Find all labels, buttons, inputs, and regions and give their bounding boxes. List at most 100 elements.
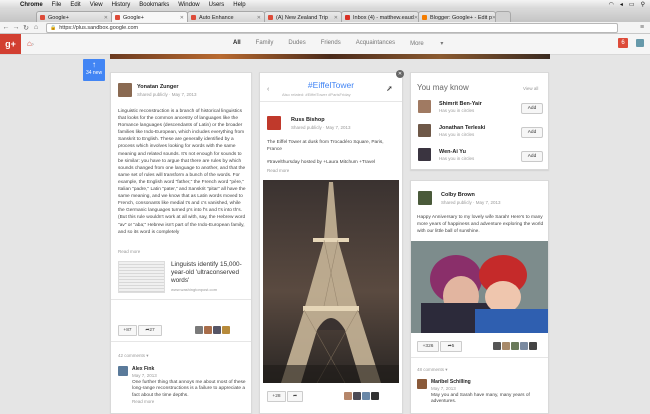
link-title[interactable]: Linguists identify 15,000-year-old 'ultr… (171, 261, 247, 285)
spotlight-icon[interactable]: ⚲ (641, 1, 645, 8)
person-name[interactable]: Jonathan Terleski (439, 125, 485, 131)
hashtag-title[interactable]: #EiffelTower (260, 80, 402, 90)
battery-icon[interactable]: ▭ (629, 1, 635, 8)
apple-icon[interactable] (6, 1, 14, 9)
avatar[interactable] (213, 326, 221, 334)
google-plus-favicon-icon (191, 15, 196, 20)
plus-one-button[interactable]: +326 (417, 341, 439, 352)
avatar[interactable] (493, 342, 501, 350)
menu-help[interactable]: Help (233, 2, 245, 8)
post-meta: Shared publicly · May 7, 2013 (291, 125, 351, 130)
tab-dudes[interactable]: Dudes (288, 40, 305, 47)
close-icon[interactable]: ✕ (104, 15, 108, 21)
tab-family[interactable]: Family (256, 40, 274, 47)
divider (260, 101, 402, 102)
post-author[interactable]: Yonatan Zunger (137, 84, 178, 90)
read-more-link[interactable]: Read more (267, 168, 289, 173)
avatar[interactable] (267, 116, 281, 130)
read-more-link[interactable]: Read more (132, 399, 154, 404)
comment-meta: May 7, 2013 (431, 386, 456, 391)
commenter-name[interactable]: Alex Fink (132, 366, 154, 372)
avatar[interactable] (636, 39, 644, 47)
notification-badge[interactable]: 6 (618, 38, 628, 48)
comments-count[interactable]: 48 comments ▾ (417, 367, 448, 373)
avatar[interactable] (222, 326, 230, 334)
gmail-favicon-icon (345, 15, 350, 20)
google-plus-logo[interactable]: g+ (0, 34, 21, 54)
tab-more[interactable]: More ▾ (410, 40, 458, 47)
avatar[interactable] (511, 342, 519, 350)
avatar[interactable] (418, 191, 432, 205)
menu-edit[interactable]: Edit (70, 2, 80, 8)
view-all-link[interactable]: View all (523, 86, 538, 91)
home-icon[interactable]: ⌂ (32, 24, 40, 31)
close-icon[interactable]: ✕ (180, 15, 184, 21)
person-sub: Has you in circles (439, 156, 475, 161)
menu-history[interactable]: History (112, 2, 131, 8)
related-hashtag[interactable]: #ParisFriday (328, 92, 350, 97)
forward-icon[interactable]: → (12, 24, 20, 31)
reload-icon[interactable]: ↻ (22, 24, 30, 32)
avatar[interactable] (502, 342, 510, 350)
share-button[interactable]: ➦ 5 (440, 341, 462, 352)
avatar[interactable] (417, 379, 427, 389)
avatar[interactable] (418, 124, 431, 137)
avatar[interactable] (362, 392, 370, 400)
close-icon[interactable]: ✕ (334, 15, 338, 21)
volume-icon[interactable]: ◂ (620, 1, 623, 8)
link-thumbnail[interactable] (118, 261, 165, 293)
prev-arrow-icon[interactable]: ‹ (267, 86, 269, 93)
tab-acquaintances[interactable]: Acquaintances (356, 40, 395, 47)
avatar[interactable] (418, 148, 431, 161)
tab-strip: Google+ ✕ Google+ ✕ Auto Enhance ✕ (A) N… (0, 9, 650, 23)
avatar[interactable] (418, 100, 431, 113)
post-author[interactable]: Colby Brown (441, 192, 475, 198)
post-body: Linguistic reconstruction is a branch of… (118, 109, 246, 235)
home-icon[interactable]: ⌂› (27, 39, 34, 48)
wifi-icon[interactable]: ◠ (609, 1, 614, 8)
add-button[interactable]: Add (521, 151, 543, 162)
plus-one-button[interactable]: +28 (267, 391, 286, 402)
lock-icon: 🔒 (50, 24, 57, 31)
share-button[interactable]: ➦ (287, 391, 303, 402)
add-button[interactable]: Add (521, 103, 543, 114)
add-button[interactable]: Add (521, 127, 543, 138)
tab-friends[interactable]: Friends (321, 40, 341, 47)
avatar[interactable] (353, 392, 361, 400)
avatar[interactable] (118, 366, 128, 376)
post-author[interactable]: Russ Bishop (291, 117, 325, 123)
address-bar[interactable]: 🔒 https://plus.sandbox.google.com (46, 22, 618, 33)
menu-window[interactable]: Window (178, 2, 199, 8)
plus-one-button[interactable]: +87 (118, 325, 137, 336)
comment-text: May you and Sarah have many, many years … (431, 393, 530, 405)
person-name[interactable]: Shimrit Ben-Yair (439, 101, 482, 107)
menu-app-name[interactable]: Chrome (20, 2, 43, 8)
avatar[interactable] (195, 326, 203, 334)
avatar[interactable] (520, 342, 528, 350)
close-icon[interactable]: ✕ (396, 70, 404, 78)
chevron-down-icon: ▾ (445, 367, 448, 372)
avatar[interactable] (118, 83, 132, 97)
menu-icon[interactable]: ≡ (638, 24, 646, 31)
related-label: Also related: (282, 92, 305, 97)
menu-view[interactable]: View (90, 2, 103, 8)
related-hashtag[interactable]: #EiffelTower (305, 92, 327, 97)
back-icon[interactable]: ← (2, 24, 10, 31)
avatar[interactable] (344, 392, 352, 400)
avatar[interactable] (204, 326, 212, 334)
comments-count[interactable]: 42 comments ▾ (118, 353, 149, 359)
family-photo[interactable] (411, 241, 548, 333)
avatar[interactable] (529, 342, 537, 350)
new-posts-button[interactable]: ↑ 34 new (83, 59, 105, 81)
tab-all[interactable]: All (233, 40, 241, 47)
person-name[interactable]: Wen-Ai Yu (439, 149, 466, 155)
commenter-name[interactable]: Maribel Schilling (431, 379, 471, 385)
read-more-link[interactable]: Read more (118, 249, 140, 254)
close-icon[interactable]: ✕ (257, 15, 261, 21)
eiffel-tower-photo[interactable] (263, 180, 399, 383)
menu-bookmarks[interactable]: Bookmarks (139, 2, 169, 8)
menu-file[interactable]: File (52, 2, 62, 8)
avatar[interactable] (371, 392, 379, 400)
share-button[interactable]: ➦ 27 (138, 325, 162, 336)
menu-users[interactable]: Users (209, 2, 225, 8)
